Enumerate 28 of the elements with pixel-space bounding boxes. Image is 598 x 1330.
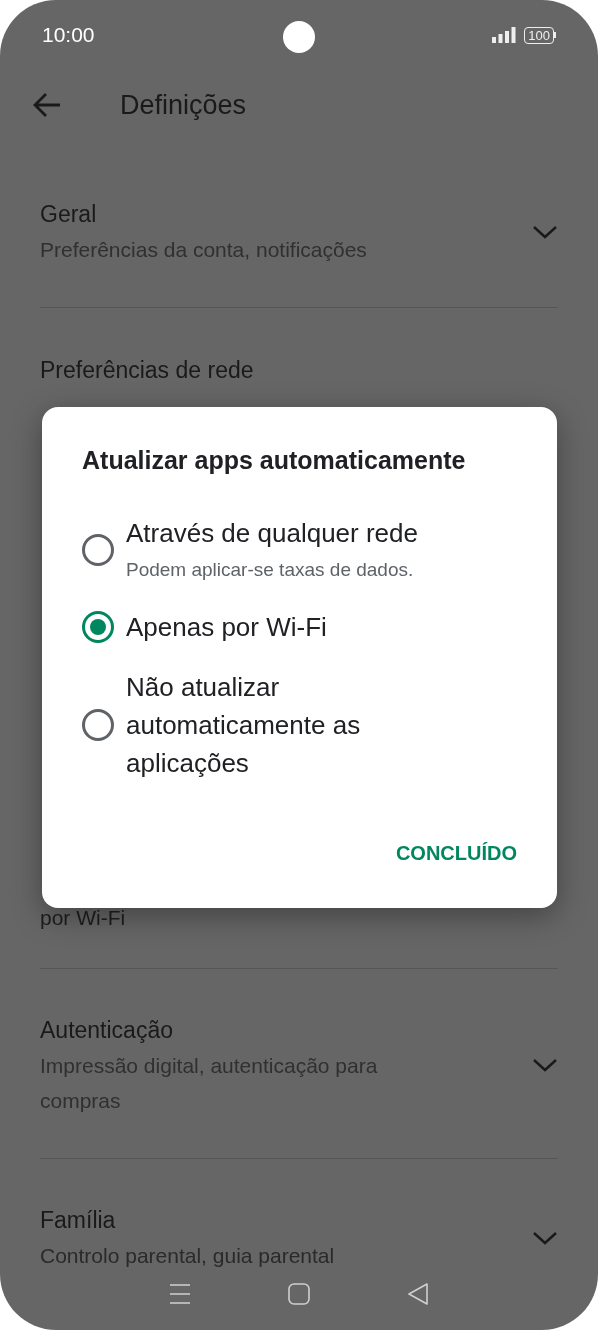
signal-icon (492, 27, 517, 43)
radio-button[interactable] (82, 534, 114, 566)
item-title: Autenticação (40, 1016, 174, 1045)
battery-indicator: 100 (524, 26, 556, 44)
status-time: 10:00 (42, 22, 95, 49)
item-title: Família (40, 1206, 117, 1235)
settings-item[interactable]: Família Controlo parental, guia parental (0, 1159, 598, 1274)
dialog-title: Atualizar apps automaticamente (82, 445, 467, 476)
done-button[interactable]: CONCLUÍDO (395, 838, 517, 868)
back-icon[interactable] (407, 1283, 430, 1305)
chevron-down-icon (532, 1057, 558, 1073)
option-hint: Podem aplicar-se taxas de dados. (126, 558, 415, 582)
item-title: Geral (40, 200, 98, 229)
page-title: Definições (120, 88, 247, 122)
menu-icon[interactable] (168, 1283, 191, 1305)
option-label[interactable]: Apenas por Wi-Fi (126, 608, 446, 646)
back-arrow-icon[interactable] (32, 92, 62, 118)
chevron-down-icon (532, 224, 558, 240)
item-title: Preferências de rede (40, 357, 254, 383)
item-subtitle: Controlo parental, guia parental (40, 1243, 335, 1269)
camera-cutout (283, 21, 315, 53)
home-icon[interactable] (288, 1283, 310, 1305)
option-label[interactable]: Através de qualquer rede (126, 514, 446, 552)
item-subtitle: por Wi-Fi (40, 906, 126, 929)
radio-button[interactable] (82, 611, 114, 643)
option-label[interactable]: Não atualizar automaticamente as aplicações (126, 668, 446, 782)
chevron-down-icon (532, 1230, 558, 1246)
radio-button[interactable] (82, 709, 114, 741)
